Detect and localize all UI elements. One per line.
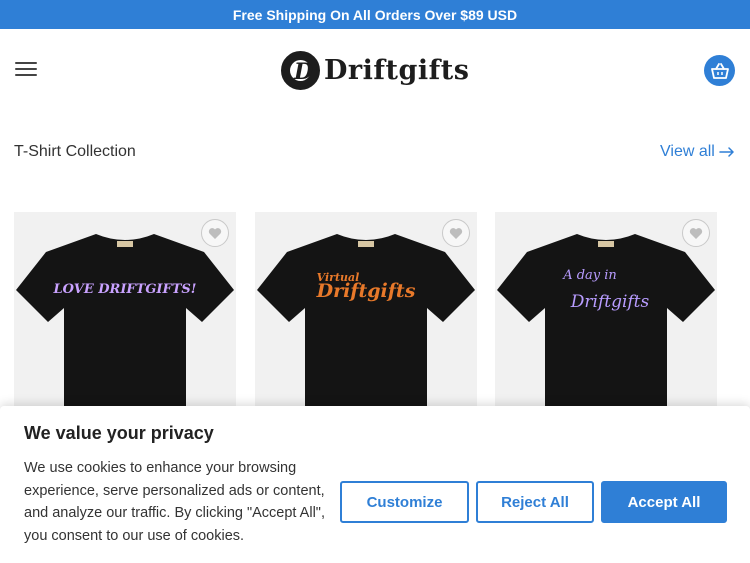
customize-button[interactable]: Customize bbox=[340, 481, 469, 523]
cart-button[interactable] bbox=[704, 55, 735, 86]
cookie-title: We value your privacy bbox=[24, 423, 214, 443]
view-all-link[interactable]: View all bbox=[660, 143, 735, 161]
product-card[interactable]: LOVE DRIFTGIFTS! bbox=[14, 212, 236, 412]
heart-icon bbox=[449, 227, 463, 239]
heart-icon bbox=[689, 227, 703, 239]
basket-icon bbox=[710, 62, 729, 79]
wishlist-button[interactable] bbox=[682, 219, 710, 247]
promo-text: Free Shipping On All Orders Over $89 USD bbox=[232, 6, 518, 23]
product-card[interactable]: A day in Driftgifts bbox=[495, 212, 717, 412]
promo-bar: Free Shipping On All Orders Over $89 USD bbox=[0, 0, 750, 29]
product-card[interactable]: Virtual Driftgifts bbox=[255, 212, 477, 412]
accept-all-button[interactable]: Accept All bbox=[601, 481, 727, 523]
tshirt-image bbox=[16, 234, 234, 412]
logo-letter: D bbox=[294, 59, 314, 85]
arrow-right-icon bbox=[719, 147, 734, 157]
cookie-consent-banner: We value your privacy We use cookies to … bbox=[0, 406, 750, 563]
reject-all-button[interactable]: Reject All bbox=[476, 481, 594, 523]
print-text-line1: A day in bbox=[563, 268, 617, 283]
heart-icon bbox=[208, 227, 222, 239]
logo-badge: D bbox=[281, 51, 320, 90]
wishlist-button[interactable] bbox=[201, 219, 229, 247]
print-text-line2: Driftgifts bbox=[570, 292, 650, 312]
tshirt-image bbox=[257, 234, 475, 412]
tshirt-image bbox=[497, 234, 715, 412]
site-logo[interactable]: D Driftgifts bbox=[281, 50, 469, 91]
print-text-line2: Driftgifts bbox=[316, 280, 416, 302]
view-all-label: View all bbox=[660, 143, 715, 160]
wishlist-button[interactable] bbox=[442, 219, 470, 247]
menu-icon[interactable] bbox=[15, 62, 37, 78]
print-text: LOVE DRIFTGIFTS! bbox=[53, 282, 197, 297]
section-title: T-Shirt Collection bbox=[14, 143, 136, 160]
logo-text: Driftgifts bbox=[324, 55, 470, 86]
cookie-body: We use cookies to enhance your browsing … bbox=[24, 460, 325, 544]
site-header: D Driftgifts bbox=[0, 29, 750, 111]
